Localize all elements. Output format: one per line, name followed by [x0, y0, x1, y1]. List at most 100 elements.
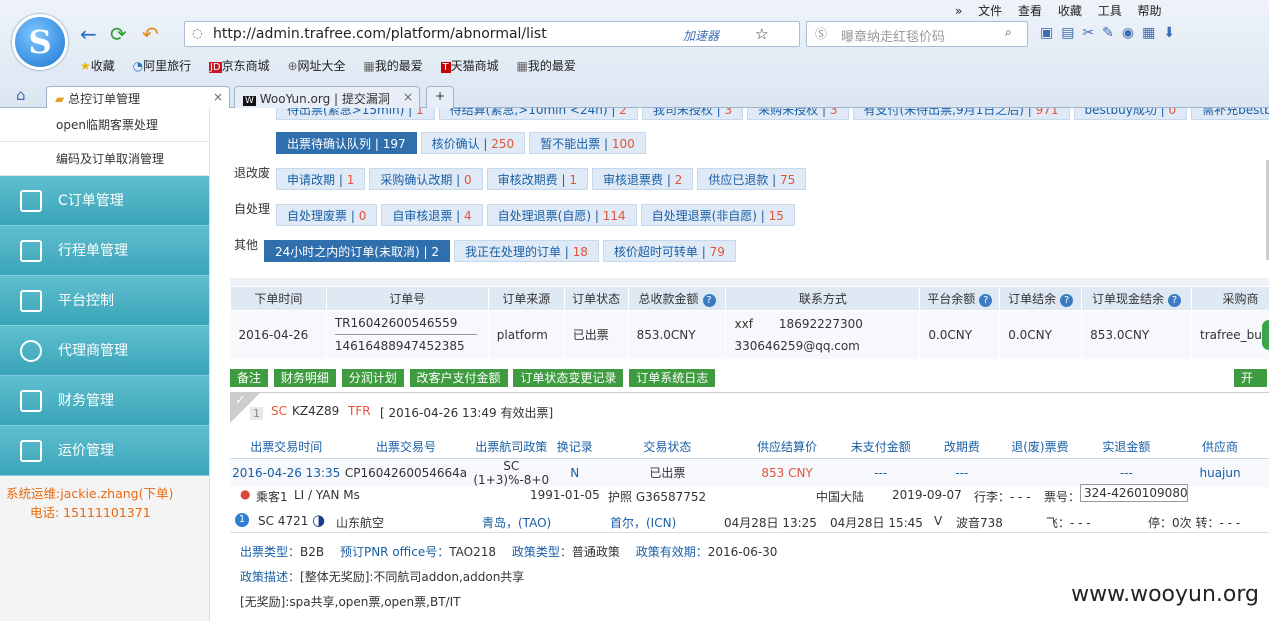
queue-refund-button-4[interactable]: 供应已退款 | 75: [697, 168, 807, 190]
refresh-icon[interactable]: ⟳: [110, 23, 127, 45]
system-log-button[interactable]: 订单系统日志: [629, 369, 716, 387]
profit-plan-button[interactable]: 分润计划: [341, 369, 404, 387]
back-icon[interactable]: ←: [80, 23, 97, 45]
queue-refund-button-3[interactable]: 审核退票费 | 2: [591, 168, 694, 190]
queue-self-button-1[interactable]: 自审核退票 | 4: [381, 204, 483, 226]
remark-button[interactable]: 备注: [230, 369, 269, 387]
menu-view[interactable]: 查看: [1018, 4, 1042, 18]
search-input[interactable]: 曝章纳走红毯价码: [841, 26, 945, 45]
help-icon[interactable]: ?: [1168, 294, 1182, 307]
passenger-dob: 1991-01-05: [530, 488, 600, 502]
sidebar-item-cancel-manage[interactable]: 编码及订单取消管理: [0, 142, 209, 176]
queue-top-button-3[interactable]: 采购未授权 | 3: [747, 108, 849, 120]
refund-label: 退改废: [234, 166, 271, 180]
queue-main-button-1[interactable]: 核价确认 | 250: [420, 132, 526, 154]
grid-icon: ▦: [516, 59, 528, 73]
side-float-icon[interactable]: [1262, 320, 1269, 350]
order-no-1[interactable]: TR16042600546559: [334, 316, 477, 336]
queue-self-button-3[interactable]: 自处理退票(非自愿) | 15: [640, 204, 795, 226]
tmall-icon: T: [440, 62, 451, 73]
toolbar-icons[interactable]: ▣▤✂✎◉▦⬇: [1040, 25, 1183, 41]
finance-detail-button[interactable]: 财务明细: [273, 369, 336, 387]
person-icon: ●: [240, 487, 251, 501]
menu-file[interactable]: 文件: [978, 4, 1002, 18]
queue-top-button-6[interactable]: 需补充bestbuy退废成4: [1191, 108, 1269, 120]
close-icon[interactable]: ×: [403, 90, 413, 104]
flight-to: 首尔，(ICN): [610, 516, 677, 530]
sidebar-item-c-order[interactable]: C订单管理: [0, 176, 209, 226]
help-icon[interactable]: ?: [979, 294, 993, 307]
new-tab-button[interactable]: +: [426, 86, 454, 108]
close-icon[interactable]: ×: [213, 90, 223, 104]
help-icon[interactable]: ?: [702, 294, 716, 307]
dcol-supplier: 供应商: [1171, 436, 1269, 459]
search-icon[interactable]: ⌕: [1005, 25, 1012, 40]
queue-top-button-5[interactable]: bestbuy成功 | 0: [1073, 108, 1188, 120]
star-fav-icon: ★: [80, 59, 91, 73]
queue-other-button-1[interactable]: 我正在处理的订单 | 18: [453, 240, 599, 262]
undo-icon[interactable]: ↶: [142, 23, 159, 45]
queue-row-refund: 退改废 申请改期 | 1 采购确认改期 | 0 审核改期费 | 1 审核退票费 | 2供…: [234, 166, 810, 190]
open-button[interactable]: 开放: [1234, 369, 1267, 403]
main-content: 待出票(紧急>15min) | 1 待结算(紧急,>10min <24h) | 2…: [230, 108, 1269, 621]
fav-item-jd[interactable]: JD京东商城: [208, 57, 270, 74]
divider: [230, 278, 1269, 286]
menu-help[interactable]: 帮助: [1138, 4, 1162, 18]
status-log-button[interactable]: 订单状态变更记录: [513, 369, 624, 387]
divider: [230, 532, 1269, 533]
sidebar-item-platform[interactable]: 平台控制: [0, 276, 209, 326]
queue-self-button-0[interactable]: 自处理废票 | 0: [276, 204, 378, 226]
accelerator-label[interactable]: 加速器: [683, 27, 719, 44]
queue-main-button-0[interactable]: 出票待确认队列 | 197: [276, 132, 417, 154]
queue-refund-button-2[interactable]: 审核改期费 | 1: [486, 168, 588, 190]
dcol-no: 出票交易号: [342, 436, 470, 459]
menu-favorites[interactable]: 收藏: [1058, 4, 1082, 18]
queue-other-button-0[interactable]: 24小时之内的订单(未取消) | 2: [264, 240, 450, 262]
queue-row-other: 其他 24小时之内的订单(未取消) | 2 我正在处理的订单 | 18 核价超时可转单…: [234, 238, 740, 262]
help-icon[interactable]: ?: [1060, 294, 1074, 307]
queue-top-button-1[interactable]: 待结算(紧急,>10min <24h) | 2: [438, 108, 638, 120]
queue-other-button-2[interactable]: 核价超时可转单 | 79: [602, 240, 736, 262]
order-time: 2016-04-26: [230, 310, 327, 359]
fav-item-mylove2[interactable]: ▦我的最爱: [516, 57, 575, 74]
order-no-2[interactable]: 14616488947452385: [335, 339, 488, 353]
queue-self-button-2[interactable]: 自处理退票(自愿) | 114: [486, 204, 637, 226]
url-text: http://admin.trafree.com/platform/abnorm…: [213, 26, 547, 42]
sidebar-item-finance[interactable]: 财务管理: [0, 376, 209, 426]
menu-tools[interactable]: 工具: [1098, 4, 1122, 18]
queue-main-button-2[interactable]: 暂不能出票 | 100: [529, 132, 646, 154]
address-bar[interactable]: ◌ http://admin.trafree.com/platform/abno…: [184, 21, 800, 47]
sidebar-item-open-expiring[interactable]: open临期客票处理: [0, 108, 209, 142]
fav-item-mylove1[interactable]: ▦我的最爱: [363, 57, 422, 74]
contact-ops: 系统运维:jackie.zhang(下单): [6, 486, 174, 501]
favorites-bar: ★收藏 ◔阿里旅行 JD京东商城 ⊕网址大全 ▦我的最爱 T 天猫商城 ▦我的最爱: [80, 57, 590, 74]
tab-order-manage[interactable]: ▰ 总控订单管理 ×: [46, 86, 230, 108]
sidebar-item-itinerary[interactable]: 行程单管理: [0, 226, 209, 276]
change-pay-button[interactable]: 改客户支付金额: [409, 369, 508, 387]
ticket-input[interactable]: 324-4260109080: [1080, 484, 1188, 502]
fav-item-collect[interactable]: ★收藏: [80, 57, 115, 74]
sidebar-item-fare[interactable]: 运价管理: [0, 426, 209, 476]
star-icon[interactable]: ☆: [755, 25, 768, 43]
home-icon[interactable]: ⌂: [16, 86, 26, 104]
sidebar-item-agent[interactable]: 代理商管理: [0, 326, 209, 376]
queue-top-button-4[interactable]: 有支付(未待出票,9月1日之后) | 971: [852, 108, 1070, 120]
tab-strip: ⌂ ▰ 总控订单管理 × W WooYun.org | 提交漏洞 × +: [0, 84, 1269, 108]
queue-top-button-2[interactable]: 我司未授权 | 3: [641, 108, 744, 120]
fav-item-alitrip[interactable]: ◔阿里旅行: [133, 57, 192, 74]
queue-refund-button-0[interactable]: 申请改期 | 1: [276, 168, 366, 190]
fav-item-tmall[interactable]: T 天猫商城: [440, 57, 499, 74]
queue-refund-button-1[interactable]: 采购确认改期 | 0: [369, 168, 483, 190]
queue-top-button-0[interactable]: 待出票(紧急>15min) | 1: [276, 108, 435, 120]
order-no: TR16042600546559 14616488947452385: [326, 310, 489, 359]
dcol-fee: 改期费: [925, 436, 999, 459]
segment-tfr: TFR: [348, 404, 371, 418]
fav-item-urls[interactable]: ⊕网址大全: [287, 57, 345, 74]
alitrip-icon: ◔: [132, 59, 144, 73]
search-box[interactable]: Ⓢ 曝章纳走红毯价码 ⌕: [806, 21, 1028, 47]
contact-phone-num: 18692227300: [778, 316, 863, 331]
tab-wooyun[interactable]: W WooYun.org | 提交漏洞 ×: [234, 86, 420, 108]
menu-expand-icon[interactable]: »: [955, 4, 962, 18]
passenger-row: ● 乘客1 LI / YAN Ms 1991-01-05 护照 G3658775…: [230, 482, 1269, 506]
segment-airline: SC: [271, 404, 287, 418]
